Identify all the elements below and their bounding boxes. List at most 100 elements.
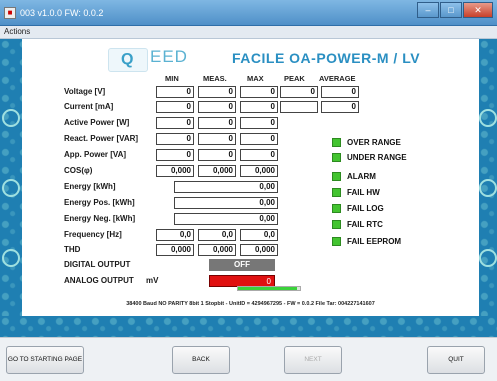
window-title: 003 v1.0.0 FW: 0.0.2 — [20, 8, 104, 18]
circuit-icon — [479, 249, 497, 267]
quit-button[interactable]: QUIT — [427, 346, 485, 374]
analog-output-label: ANALOG OUTPUT — [64, 276, 134, 285]
active-power-max: 0 — [240, 117, 278, 129]
circuit-icon — [479, 109, 497, 127]
led-icon — [332, 220, 341, 229]
thd-meas: 0,000 — [198, 244, 236, 256]
indicator-fail-hw: FAIL HW — [332, 188, 380, 197]
voltage-max: 0 — [240, 86, 278, 98]
frequency-min: 0,0 — [156, 229, 194, 241]
progress-bar — [237, 286, 301, 291]
row-label-energy-pos: Energy Pos. [kWh] — [64, 198, 135, 207]
voltage-peak: 0 — [280, 86, 318, 98]
minimize-button[interactable]: – — [417, 2, 439, 18]
back-button[interactable]: BACK — [172, 346, 230, 374]
current-peak — [280, 101, 318, 113]
reactive-power-meas: 0 — [198, 133, 236, 145]
maximize-button[interactable]: □ — [440, 2, 462, 18]
row-label-current: Current [mA] — [64, 102, 114, 111]
current-average: 0 — [321, 101, 359, 113]
indicator-fail-eeprom: FAIL EEPROM — [332, 237, 401, 246]
decorative-panel-bottom — [0, 316, 497, 337]
row-label-frequency: Frequency [Hz] — [64, 230, 122, 239]
column-header-peak: PEAK — [284, 74, 305, 83]
title-bar: ■ 003 v1.0.0 FW: 0.0.2 – □ ✕ — [0, 0, 497, 26]
circuit-icon — [479, 179, 497, 197]
thd-min: 0,000 — [156, 244, 194, 256]
energy-value: 0,00 — [174, 181, 278, 193]
reactive-power-max: 0 — [240, 133, 278, 145]
row-label-apparent-power: App. Power [VA] — [64, 150, 127, 159]
circuit-icon — [2, 109, 20, 127]
digital-output-label: DIGITAL OUTPUT — [64, 260, 131, 269]
analog-output-unit: mV — [146, 276, 159, 285]
decorative-panel-right — [479, 39, 497, 316]
indicator-label: FAIL EEPROM — [347, 237, 402, 246]
row-label-cos-phi: COS(φ) — [64, 166, 93, 175]
indicator-label: FAIL HW — [347, 188, 380, 197]
active-power-min: 0 — [156, 117, 194, 129]
active-power-meas: 0 — [198, 117, 236, 129]
navigation-bar: GO TO STARTING PAGE BACK NEXT QUIT — [0, 337, 497, 381]
row-label-voltage: Voltage [V] — [64, 87, 106, 96]
frequency-max: 0,0 — [240, 229, 278, 241]
company-logo: Q — [108, 48, 148, 72]
indicator-label: FAIL RTC — [347, 220, 383, 229]
logo-q: Q — [121, 51, 134, 68]
logo-text: EED — [150, 47, 188, 66]
circuit-icon — [2, 179, 20, 197]
row-label-thd: THD — [64, 245, 81, 254]
connection-status-line: 38400 Baud NO PARITY 8bit 1 Stopbit - Un… — [126, 301, 375, 307]
apparent-power-meas: 0 — [198, 149, 236, 161]
column-header-min: MIN — [165, 74, 179, 83]
voltage-average: 0 — [321, 86, 359, 98]
current-max: 0 — [240, 101, 278, 113]
row-label-energy-neg: Energy Neg. [kWh] — [64, 214, 136, 223]
cos-phi-meas: 0,000 — [198, 165, 236, 177]
row-label-active-power: Active Power [W] — [64, 118, 130, 127]
energy-neg-value: 0,00 — [174, 213, 278, 225]
row-label-reactive-power: React. Power [VAR] — [64, 134, 139, 143]
led-icon — [332, 172, 341, 181]
apparent-power-max: 0 — [240, 149, 278, 161]
indicator-label: UNDER RANGE — [347, 153, 407, 162]
indicator-under-range: UNDER RANGE — [332, 153, 407, 162]
indicator-label: FAIL LOG — [347, 204, 384, 213]
window-controls: – □ ✕ — [417, 2, 493, 18]
voltage-meas: 0 — [198, 86, 236, 98]
decorative-panel-left — [0, 39, 22, 316]
energy-pos-value: 0,00 — [174, 197, 278, 209]
frequency-meas: 0,0 — [198, 229, 236, 241]
close-button[interactable]: ✕ — [463, 2, 493, 18]
menu-actions[interactable]: Actions — [4, 27, 30, 36]
current-min: 0 — [156, 101, 194, 113]
led-icon — [332, 138, 341, 147]
thd-max: 0,000 — [240, 244, 278, 256]
menu-bar: Actions — [0, 26, 497, 39]
cos-phi-max: 0,000 — [240, 165, 278, 177]
led-icon — [332, 237, 341, 246]
progress-bar-fill — [238, 287, 297, 290]
circuit-icon — [2, 249, 20, 267]
apparent-power-min: 0 — [156, 149, 194, 161]
reactive-power-min: 0 — [156, 133, 194, 145]
led-icon — [332, 153, 341, 162]
column-header-max: MAX — [247, 74, 264, 83]
app-icon: ■ — [4, 7, 16, 19]
voltage-min: 0 — [156, 86, 194, 98]
next-button[interactable]: NEXT — [284, 346, 342, 374]
go-to-starting-page-button[interactable]: GO TO STARTING PAGE — [6, 346, 84, 374]
indicator-fail-rtc: FAIL RTC — [332, 220, 383, 229]
column-header-average: AVERAGE — [319, 74, 356, 83]
led-icon — [332, 188, 341, 197]
current-meas: 0 — [198, 101, 236, 113]
digital-output-value: OFF — [209, 259, 275, 271]
indicator-fail-log: FAIL LOG — [332, 204, 384, 213]
product-title: FACILE OA-POWER-M / LV — [232, 50, 421, 66]
led-icon — [332, 204, 341, 213]
row-label-energy: Energy [kWh] — [64, 182, 116, 191]
main-panel: Q EED FACILE OA-POWER-M / LV MIN MEAS. M… — [22, 39, 479, 316]
indicator-alarm: ALARM — [332, 172, 376, 181]
indicator-label: OVER RANGE — [347, 138, 401, 147]
column-header-meas: MEAS. — [203, 74, 227, 83]
